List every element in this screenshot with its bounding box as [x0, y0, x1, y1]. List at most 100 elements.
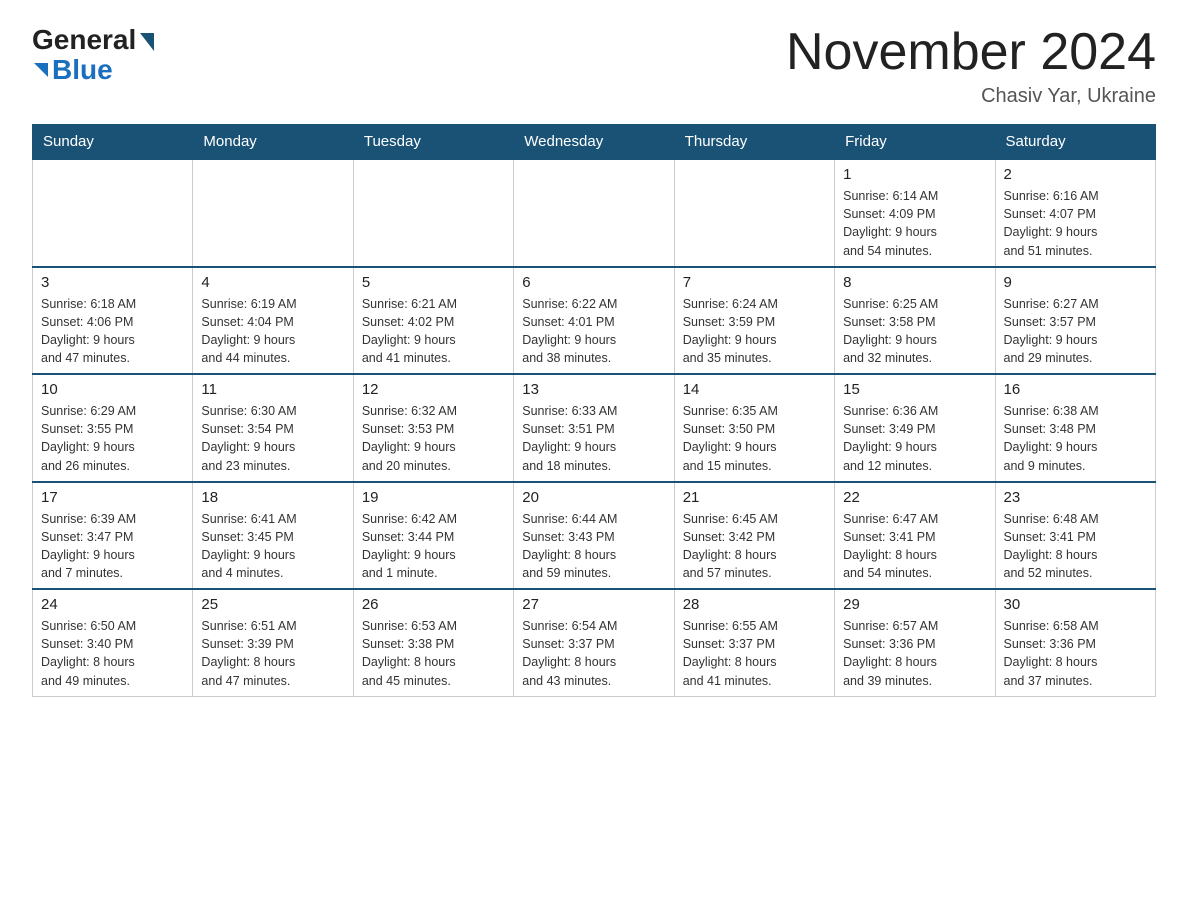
calendar-cell: 8 Sunrise: 6:25 AMSunset: 3:58 PMDaylight… — [835, 267, 995, 375]
day-number: 22 — [843, 489, 986, 506]
day-number: 18 — [201, 489, 344, 506]
calendar-cell: 12 Sunrise: 6:32 AMSunset: 3:53 PMDayligh… — [353, 374, 513, 482]
calendar-cell: 27Sunrise: 6:54 AMSunset: 3:37 PMDayligh… — [514, 589, 674, 696]
day-info: Sunrise: 6:57 AMSunset: 3:36 PMDaylight:… — [843, 617, 986, 690]
calendar-cell — [674, 159, 834, 267]
day-info: Sunrise: 6:50 AMSunset: 3:40 PMDaylight:… — [41, 617, 184, 690]
calendar-header-tuesday: Tuesday — [353, 125, 513, 160]
calendar-cell: 13 Sunrise: 6:33 AMSunset: 3:51 PMDayligh… — [514, 374, 674, 482]
day-info: Sunrise: 6:22 AMSunset: 4:01 PMDaylight:… — [522, 295, 665, 368]
month-title: November 2024 — [786, 24, 1156, 81]
calendar-cell: 4Sunrise: 6:19 AMSunset: 4:04 PMDaylight… — [193, 267, 353, 375]
day-number: 10 — [41, 381, 184, 398]
calendar-cell: 17 Sunrise: 6:39 AMSunset: 3:47 PMDayligh… — [33, 482, 193, 590]
calendar-week-2: 3Sunrise: 6:18 AMSunset: 4:06 PMDaylight… — [33, 267, 1156, 375]
calendar-header-wednesday: Wednesday — [514, 125, 674, 160]
day-info: Sunrise: 6:39 AMSunset: 3:47 PMDaylight:… — [41, 510, 184, 583]
calendar-cell: 15 Sunrise: 6:36 AMSunset: 3:49 PMDayligh… — [835, 374, 995, 482]
calendar-header-monday: Monday — [193, 125, 353, 160]
calendar-cell: 14 Sunrise: 6:35 AMSunset: 3:50 PMDayligh… — [674, 374, 834, 482]
location-text: Chasiv Yar, Ukraine — [786, 85, 1156, 108]
day-number: 25 — [201, 596, 344, 613]
day-info: Sunrise: 6:51 AMSunset: 3:39 PMDaylight:… — [201, 617, 344, 690]
day-info: Sunrise: 6:45 AMSunset: 3:42 PMDaylight:… — [683, 510, 826, 583]
day-number: 15 — [843, 381, 986, 398]
calendar-cell: 9 Sunrise: 6:27 AMSunset: 3:57 PMDaylight… — [995, 267, 1155, 375]
calendar-cell: 20Sunrise: 6:44 AMSunset: 3:43 PMDayligh… — [514, 482, 674, 590]
day-info: Sunrise: 6:32 AMSunset: 3:53 PMDaylight:… — [362, 402, 505, 475]
day-number: 13 — [522, 381, 665, 398]
day-number: 21 — [683, 489, 826, 506]
logo-arrow-icon — [140, 33, 154, 51]
day-number: 17 — [41, 489, 184, 506]
calendar-cell: 26Sunrise: 6:53 AMSunset: 3:38 PMDayligh… — [353, 589, 513, 696]
day-number: 7 — [683, 274, 826, 291]
day-info: Sunrise: 6:27 AMSunset: 3:57 PMDaylight:… — [1004, 295, 1147, 368]
day-info: Sunrise: 6:19 AMSunset: 4:04 PMDaylight:… — [201, 295, 344, 368]
page-header: General Blue November 2024 Chasiv Yar, U… — [32, 24, 1156, 108]
day-number: 24 — [41, 596, 184, 613]
calendar-cell: 11 Sunrise: 6:30 AMSunset: 3:54 PMDayligh… — [193, 374, 353, 482]
logo-general-text: General — [32, 24, 136, 56]
day-number: 9 — [1004, 274, 1147, 291]
title-block: November 2024 Chasiv Yar, Ukraine — [786, 24, 1156, 108]
day-info: Sunrise: 6:42 AMSunset: 3:44 PMDaylight:… — [362, 510, 505, 583]
day-number: 19 — [362, 489, 505, 506]
day-number: 1 — [843, 166, 986, 183]
calendar-cell: 16Sunrise: 6:38 AMSunset: 3:48 PMDayligh… — [995, 374, 1155, 482]
day-number: 11 — [201, 381, 344, 398]
calendar-cell: 2Sunrise: 6:16 AMSunset: 4:07 PMDaylight… — [995, 159, 1155, 267]
calendar-table: SundayMondayTuesdayWednesdayThursdayFrid… — [32, 124, 1156, 697]
day-info: Sunrise: 6:16 AMSunset: 4:07 PMDaylight:… — [1004, 187, 1147, 260]
day-info: Sunrise: 6:35 AMSunset: 3:50 PMDaylight:… — [683, 402, 826, 475]
day-info: Sunrise: 6:29 AMSunset: 3:55 PMDaylight:… — [41, 402, 184, 475]
calendar-cell: 22 Sunrise: 6:47 AMSunset: 3:41 PMDayligh… — [835, 482, 995, 590]
day-number: 8 — [843, 274, 986, 291]
day-info: Sunrise: 6:25 AMSunset: 3:58 PMDaylight:… — [843, 295, 986, 368]
calendar-cell: 7 Sunrise: 6:24 AMSunset: 3:59 PMDaylight… — [674, 267, 834, 375]
calendar-header-saturday: Saturday — [995, 125, 1155, 160]
calendar-cell: 21 Sunrise: 6:45 AMSunset: 3:42 PMDayligh… — [674, 482, 834, 590]
calendar-cell: 10 Sunrise: 6:29 AMSunset: 3:55 PMDayligh… — [33, 374, 193, 482]
calendar-cell: 25 Sunrise: 6:51 AMSunset: 3:39 PMDayligh… — [193, 589, 353, 696]
calendar-week-3: 10 Sunrise: 6:29 AMSunset: 3:55 PMDayligh… — [33, 374, 1156, 482]
calendar-week-1: 1 Sunrise: 6:14 AMSunset: 4:09 PMDaylight… — [33, 159, 1156, 267]
day-number: 6 — [522, 274, 665, 291]
day-info: Sunrise: 6:55 AMSunset: 3:37 PMDaylight:… — [683, 617, 826, 690]
day-info: Sunrise: 6:38 AMSunset: 3:48 PMDaylight:… — [1004, 402, 1147, 475]
day-info: Sunrise: 6:14 AMSunset: 4:09 PMDaylight:… — [843, 187, 986, 260]
calendar-header-sunday: Sunday — [33, 125, 193, 160]
day-number: 14 — [683, 381, 826, 398]
day-number: 12 — [362, 381, 505, 398]
calendar-cell: 28 Sunrise: 6:55 AMSunset: 3:37 PMDayligh… — [674, 589, 834, 696]
calendar-week-5: 24 Sunrise: 6:50 AMSunset: 3:40 PMDayligh… — [33, 589, 1156, 696]
day-info: Sunrise: 6:24 AMSunset: 3:59 PMDaylight:… — [683, 295, 826, 368]
day-info: Sunrise: 6:41 AMSunset: 3:45 PMDaylight:… — [201, 510, 344, 583]
day-number: 28 — [683, 596, 826, 613]
day-info: Sunrise: 6:33 AMSunset: 3:51 PMDaylight:… — [522, 402, 665, 475]
day-number: 27 — [522, 596, 665, 613]
calendar-cell: 30Sunrise: 6:58 AMSunset: 3:36 PMDayligh… — [995, 589, 1155, 696]
day-number: 5 — [362, 274, 505, 291]
day-info: Sunrise: 6:47 AMSunset: 3:41 PMDaylight:… — [843, 510, 986, 583]
calendar-cell: 3Sunrise: 6:18 AMSunset: 4:06 PMDaylight… — [33, 267, 193, 375]
calendar-cell — [353, 159, 513, 267]
day-number: 30 — [1004, 596, 1147, 613]
day-info: Sunrise: 6:36 AMSunset: 3:49 PMDaylight:… — [843, 402, 986, 475]
day-number: 3 — [41, 274, 184, 291]
calendar-cell: 1 Sunrise: 6:14 AMSunset: 4:09 PMDaylight… — [835, 159, 995, 267]
calendar-header-thursday: Thursday — [674, 125, 834, 160]
calendar-cell — [193, 159, 353, 267]
day-info: Sunrise: 6:53 AMSunset: 3:38 PMDaylight:… — [362, 617, 505, 690]
calendar-cell: 19 Sunrise: 6:42 AMSunset: 3:44 PMDayligh… — [353, 482, 513, 590]
day-number: 23 — [1004, 489, 1147, 506]
logo-blue-text: Blue — [52, 54, 113, 86]
calendar-cell — [33, 159, 193, 267]
calendar-week-4: 17 Sunrise: 6:39 AMSunset: 3:47 PMDayligh… — [33, 482, 1156, 590]
day-info: Sunrise: 6:30 AMSunset: 3:54 PMDaylight:… — [201, 402, 344, 475]
calendar-header-friday: Friday — [835, 125, 995, 160]
calendar-cell: 5 Sunrise: 6:21 AMSunset: 4:02 PMDaylight… — [353, 267, 513, 375]
day-info: Sunrise: 6:21 AMSunset: 4:02 PMDaylight:… — [362, 295, 505, 368]
calendar-cell: 18 Sunrise: 6:41 AMSunset: 3:45 PMDayligh… — [193, 482, 353, 590]
calendar-cell: 24 Sunrise: 6:50 AMSunset: 3:40 PMDayligh… — [33, 589, 193, 696]
